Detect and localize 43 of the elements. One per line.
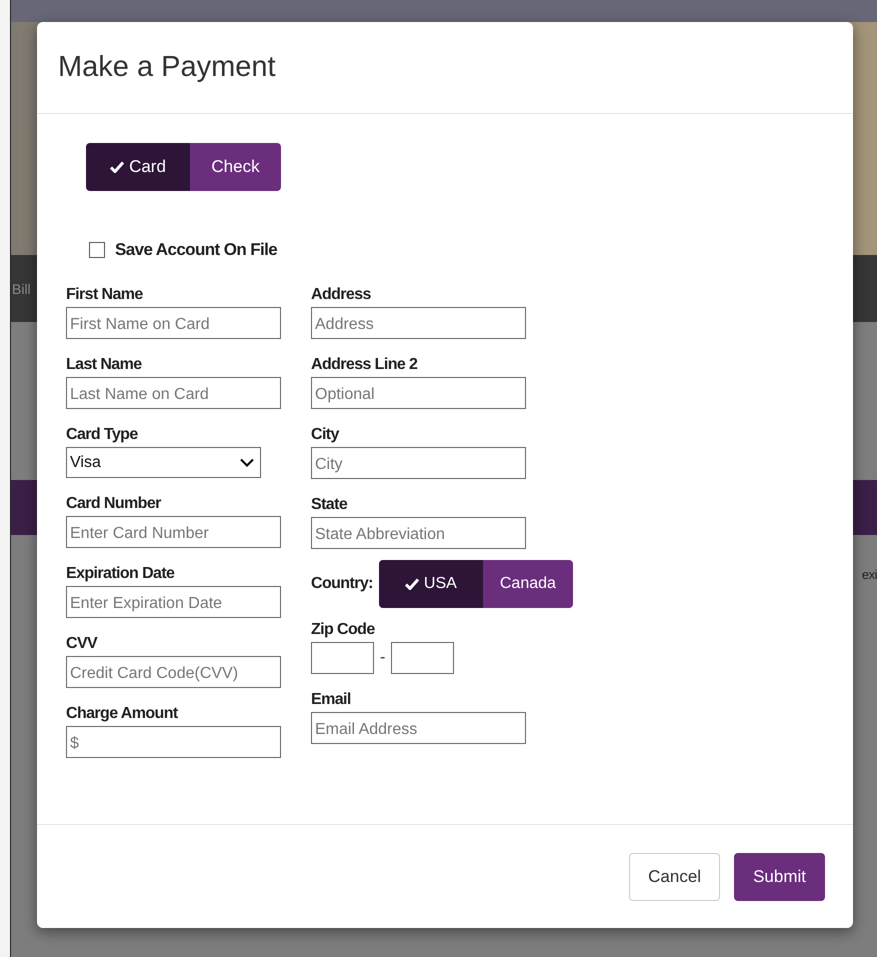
input-field[interactable]: Enter Card Number: [66, 516, 281, 548]
field-label: Email: [311, 691, 352, 709]
field-label: Card Type: [66, 426, 139, 444]
field-label: Charge Amount: [66, 705, 179, 723]
zip-code-field[interactable]: [311, 642, 374, 674]
check-icon: [110, 161, 124, 173]
field-label: Zip Code: [311, 621, 376, 639]
input-field[interactable]: Address: [311, 307, 526, 339]
input-field[interactable]: Enter Expiration Date: [66, 586, 281, 618]
field-label: Last Name: [66, 356, 143, 374]
zip-extension-field[interactable]: [391, 642, 454, 674]
field-label: Address Line 2: [311, 356, 418, 374]
dialog-title: Make a Payment: [58, 51, 276, 84]
field-label: Country:: [311, 575, 373, 593]
field-label: First Name: [66, 286, 144, 304]
submit-button[interactable]: Submit: [734, 852, 825, 900]
zip-separator: -: [380, 649, 386, 667]
input-field[interactable]: Optional: [311, 377, 526, 409]
input-field[interactable]: First Name on Card: [66, 307, 281, 339]
payment-method-tab[interactable]: Card: [86, 143, 190, 191]
save-account-label: Save Account On File: [115, 240, 278, 260]
field-label: State: [311, 496, 348, 514]
card-type-select[interactable]: Visa: [66, 447, 261, 478]
input-field[interactable]: Last Name on Card: [66, 377, 281, 409]
input-field[interactable]: Email Address: [311, 712, 526, 744]
save-account-checkbox[interactable]: [89, 242, 105, 258]
payment-method-tab[interactable]: Check: [190, 143, 281, 191]
field-label: Address: [311, 286, 372, 304]
field-label: CVV: [66, 635, 98, 653]
input-field[interactable]: State Abbreviation: [311, 517, 526, 549]
input-field[interactable]: Credit Card Code(CVV): [66, 656, 281, 688]
input-field[interactable]: $: [66, 726, 281, 758]
country-option[interactable]: Canada: [482, 560, 573, 608]
country-option[interactable]: USA: [378, 560, 483, 608]
chevron-down-icon: [240, 458, 254, 467]
check-icon: [404, 578, 419, 590]
page-text: exi: [862, 567, 877, 582]
cancel-button[interactable]: Cancel: [629, 852, 720, 900]
field-label: Expiration Date: [66, 565, 176, 583]
input-field[interactable]: City: [311, 447, 526, 479]
nav-link[interactable]: Bill: [12, 280, 31, 296]
field-label: City: [311, 426, 340, 444]
field-label: Card Number: [66, 495, 162, 513]
